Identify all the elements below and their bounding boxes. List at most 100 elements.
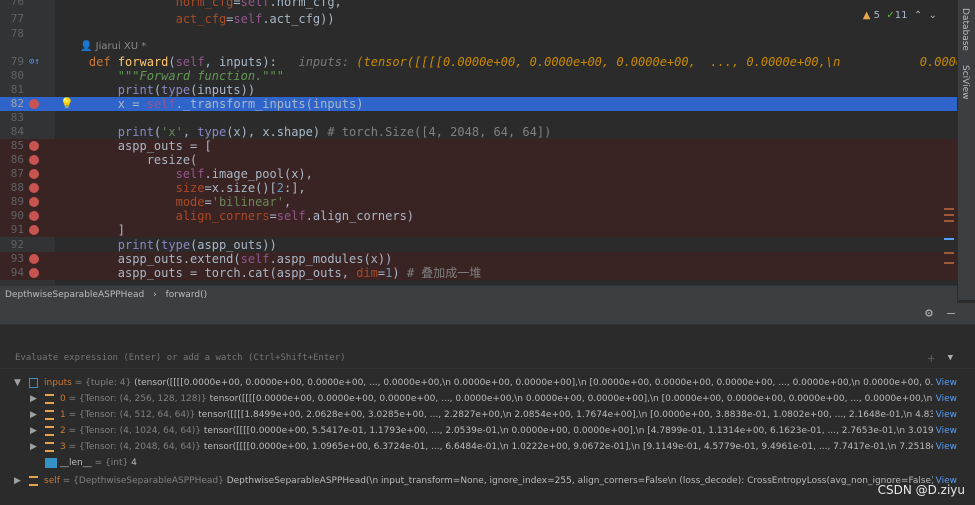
- code-line[interactable]: 85 aspp_outs = [: [0, 139, 957, 153]
- code-line[interactable]: 82 💡 x = self._transform_inputs(inputs): [0, 97, 957, 111]
- breakpoint-icon[interactable]: [29, 155, 39, 165]
- line-number[interactable]: 83: [0, 111, 24, 125]
- line-number[interactable]: 85: [0, 139, 24, 153]
- line-number[interactable]: 82: [0, 97, 24, 111]
- chevron-up-icon[interactable]: ⌃: [914, 10, 922, 21]
- variable-type: = {tuple: 4}: [74, 378, 132, 388]
- override-icon[interactable]: ⊙↑: [29, 55, 40, 69]
- watermark: CSDN @D.ziyu: [877, 483, 965, 497]
- scroll-marker: [944, 214, 954, 216]
- breakpoint-icon[interactable]: [29, 268, 39, 278]
- code-line[interactable]: 93 aspp_outs.extend(self.aspp_modules(x)…: [0, 252, 957, 266]
- variable-row[interactable]: ▶ 2 = {Tensor: (4, 1024, 64, 64)} tensor(…: [0, 423, 957, 439]
- breakpoint-icon[interactable]: [29, 211, 39, 221]
- code-line[interactable]: 94 aspp_outs = torch.cat(aspp_outs, dim=…: [0, 266, 957, 280]
- code-text: norm_cfg=self.norm_cfg,: [175, 0, 342, 9]
- variable-row[interactable]: ▶ 3 = {Tensor: (4, 2048, 64, 64)} tensor(…: [0, 439, 957, 455]
- breakpoint-icon[interactable]: [29, 141, 39, 151]
- line-number[interactable]: 91: [0, 223, 24, 237]
- line-number[interactable]: 86: [0, 153, 24, 167]
- breadcrumb-class[interactable]: DepthwiseSeparableASPPHead: [5, 290, 144, 300]
- add-watch-icon[interactable]: +: [928, 351, 935, 365]
- tab-sciview[interactable]: SciView: [960, 65, 970, 100]
- chevron-right-icon[interactable]: ▶: [30, 407, 37, 423]
- variable-row[interactable]: ▶ self = {DepthwiseSeparableASPPHead} Dep…: [0, 473, 957, 489]
- breadcrumb-method[interactable]: forward(): [166, 290, 208, 300]
- code-line[interactable]: 84 print('x', type(x), x.shape) # torch.…: [0, 125, 957, 139]
- chevron-down-icon[interactable]: ▼: [948, 353, 953, 363]
- code-line[interactable]: 87 self.image_pool(x),: [0, 167, 957, 181]
- line-number[interactable]: 84: [0, 125, 24, 139]
- code-text: mode='bilinear',: [175, 195, 292, 209]
- minimize-icon[interactable]: —: [947, 306, 955, 321]
- line-number[interactable]: 76: [0, 0, 24, 9]
- code-line[interactable]: 88 size=x.size()[2:],: [0, 181, 957, 195]
- variable-text: __len__ = {int} 4: [60, 455, 137, 471]
- code-line[interactable]: 91 ]: [0, 223, 957, 237]
- gear-icon[interactable]: ⚙: [925, 306, 933, 321]
- breakpoint-icon[interactable]: [29, 169, 39, 179]
- line-number[interactable]: 93: [0, 252, 24, 266]
- chevron-right-icon[interactable]: ▶: [30, 439, 37, 455]
- view-link[interactable]: View: [932, 423, 957, 439]
- right-tool-strip: Database SciView: [957, 0, 975, 300]
- breakpoint-icon[interactable]: [29, 183, 39, 193]
- warning-count: 5: [873, 10, 881, 21]
- code-line[interactable]: 90 align_corners=self.align_corners): [0, 209, 957, 223]
- breakpoint-icon[interactable]: [29, 254, 39, 264]
- code-line[interactable]: 79 ⊙↑ def forward(self, inputs): inputs: …: [0, 55, 957, 69]
- line-number[interactable]: 90: [0, 209, 24, 223]
- line-number[interactable]: 89: [0, 195, 24, 209]
- line-number[interactable]: 94: [0, 266, 24, 280]
- code-text: ]: [60, 223, 126, 237]
- view-link[interactable]: View: [932, 407, 957, 423]
- chevron-right-icon[interactable]: ▶: [30, 423, 37, 439]
- line-number[interactable]: 88: [0, 181, 24, 195]
- chevron-down-icon[interactable]: ▼: [14, 375, 21, 391]
- view-link[interactable]: View: [932, 391, 957, 407]
- code-text: aspp_outs = [: [60, 139, 212, 153]
- code-line[interactable]: 83: [0, 111, 957, 125]
- evaluate-input[interactable]: [0, 347, 900, 369]
- line-number[interactable]: 87: [0, 167, 24, 181]
- line-number[interactable]: 77: [0, 12, 24, 26]
- variable-value: tensor([[[[0.0000e+00, 1.0965e+00, 6.372…: [203, 442, 957, 452]
- line-number[interactable]: 81: [0, 83, 24, 97]
- variable-row[interactable]: ▶ 0 = {Tensor: (4, 256, 128, 128)} tensor…: [0, 391, 957, 407]
- variable-row[interactable]: ▶ 1 = {Tensor: (4, 512, 64, 64)} tensor([…: [0, 407, 957, 423]
- code-line[interactable]: 77 act_cfg=self.act_cfg)): [0, 12, 957, 26]
- inspection-widget[interactable]: ▲ 5 ✓11 ⌃ ⌄: [863, 9, 937, 23]
- chevron-down-icon[interactable]: ⌄: [929, 10, 937, 21]
- line-number[interactable]: 80: [0, 69, 24, 83]
- code-line[interactable]: 92 print(type(aspp_outs)): [0, 238, 957, 252]
- variable-value: tensor([[[[0.0000e+00, 0.0000e+00, 0.000…: [209, 394, 957, 404]
- line-number[interactable]: 79: [0, 55, 24, 69]
- tab-database[interactable]: Database: [960, 8, 970, 51]
- variable-type: = {DepthwiseSeparableASPPHead}: [62, 476, 224, 486]
- code-line[interactable]: 89 mode='bilinear',: [0, 195, 957, 209]
- breakpoint-icon[interactable]: [29, 225, 39, 235]
- view-link[interactable]: View: [932, 439, 957, 455]
- scroll-marker: [944, 220, 954, 222]
- chevron-right-icon[interactable]: ▶: [14, 473, 21, 489]
- variable-value: tensor([[[[0.0000e+00, 5.5417e-01, 1.179…: [203, 426, 957, 436]
- field-icon: [45, 410, 54, 420]
- scrollbar-markers[interactable]: [940, 0, 957, 285]
- variable-row[interactable]: ▼ inputs = {tuple: 4} (tensor([[[[0.0000e…: [0, 375, 957, 391]
- code-line[interactable]: 81 print(type(inputs)): [0, 83, 957, 97]
- code-line[interactable]: 78: [0, 27, 957, 41]
- code-line[interactable]: 80 """Forward function.""": [0, 69, 957, 83]
- variable-value: 4: [131, 458, 137, 468]
- code-editor[interactable]: 76 norm_cfg=self.norm_cfg, 77 act_cfg=sel…: [0, 0, 957, 285]
- variable-row[interactable]: __len__ = {int} 4: [0, 455, 957, 471]
- code-line[interactable]: 86 resize(: [0, 153, 957, 167]
- warning-icon: ▲: [862, 10, 871, 21]
- code-line[interactable]: 76 norm_cfg=self.norm_cfg,: [0, 0, 957, 9]
- view-link[interactable]: View: [932, 375, 957, 391]
- breakpoint-icon[interactable]: [29, 99, 39, 109]
- chevron-right-icon[interactable]: ▶: [30, 391, 37, 407]
- line-number[interactable]: 78: [0, 27, 24, 41]
- breakpoint-icon[interactable]: [29, 197, 39, 207]
- line-number[interactable]: 92: [0, 238, 24, 252]
- variable-name: 1: [60, 410, 66, 420]
